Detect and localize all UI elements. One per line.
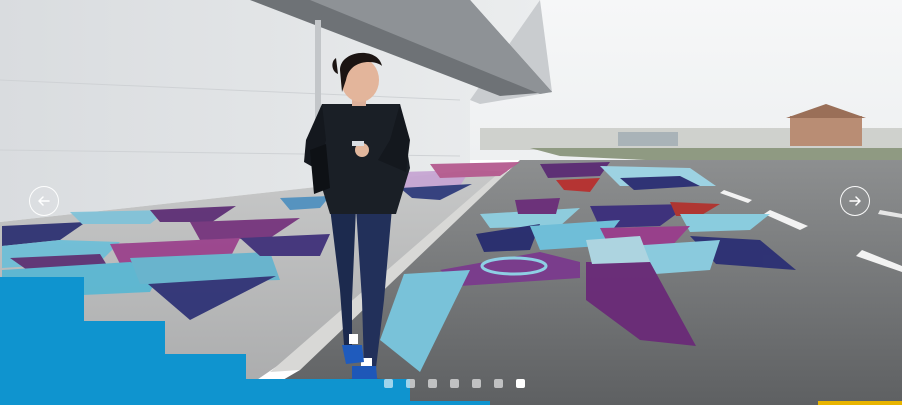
pagination-dot[interactable] — [406, 379, 415, 388]
carousel-prev-button[interactable] — [29, 186, 59, 216]
pagination-dot-active[interactable] — [516, 379, 525, 388]
pagination-dot[interactable] — [384, 379, 393, 388]
pagination-dot[interactable] — [450, 379, 459, 388]
carousel-pagination — [384, 379, 525, 388]
pagination-dot[interactable] — [494, 379, 503, 388]
arrow-right-icon — [849, 196, 861, 206]
pagination-dot[interactable] — [472, 379, 481, 388]
accent-line — [818, 401, 902, 405]
hero-carousel — [0, 0, 902, 405]
carousel-next-button[interactable] — [840, 186, 870, 216]
arrow-left-icon — [38, 196, 50, 206]
pagination-dot[interactable] — [428, 379, 437, 388]
slide-photo — [0, 0, 902, 405]
